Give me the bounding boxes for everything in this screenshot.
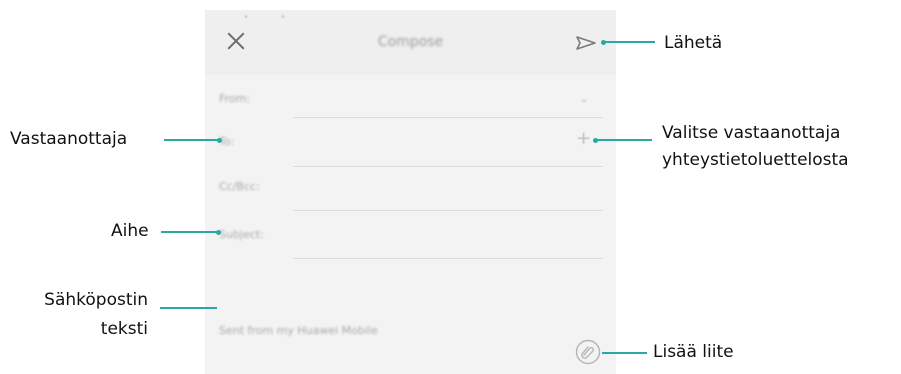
callout-recipient-label: Vastaanottaja (10, 129, 128, 149)
callout-dot (216, 230, 221, 235)
callout-body-label-2: teksti (100, 319, 148, 339)
divider (293, 258, 603, 259)
plus-icon[interactable]: + (576, 130, 591, 148)
subject-field[interactable]: Subject: (219, 228, 264, 241)
callout-attach-label: Lisää liite (653, 342, 734, 362)
callout-line (597, 139, 652, 141)
divider (293, 166, 603, 167)
email-body[interactable]: Sent from my Huawei Mobile (219, 324, 378, 337)
compose-toolbar: • • Compose (205, 10, 616, 75)
callout-send-label: Lähetä (664, 33, 723, 53)
page-title: Compose (377, 34, 444, 50)
callout-line (605, 41, 655, 43)
divider (293, 117, 603, 118)
compose-screen: • • Compose From: ⌄ To: + Cc/Bcc: Subjec… (205, 10, 616, 374)
attachment-icon[interactable] (575, 339, 601, 365)
divider (293, 210, 603, 211)
callout-dot (217, 138, 222, 143)
callout-contact-label-2: yhteystietoluettelosta (662, 150, 849, 170)
callout-line (161, 231, 218, 233)
callout-contact-label-1: Valitse vastaanottaja (662, 123, 841, 143)
callout-line (160, 307, 217, 309)
send-icon[interactable] (575, 35, 597, 51)
chevron-down-icon[interactable]: ⌄ (579, 91, 589, 105)
from-field-label[interactable]: From: (219, 92, 250, 105)
callout-line (164, 139, 219, 141)
callout-line (602, 352, 647, 354)
callout-subject-label: Aihe (111, 221, 149, 241)
cc-bcc-field[interactable]: Cc/Bcc: (219, 180, 260, 193)
callout-body-label-1: Sähköpostin (44, 290, 148, 310)
status-bar-text: • • (243, 12, 300, 23)
